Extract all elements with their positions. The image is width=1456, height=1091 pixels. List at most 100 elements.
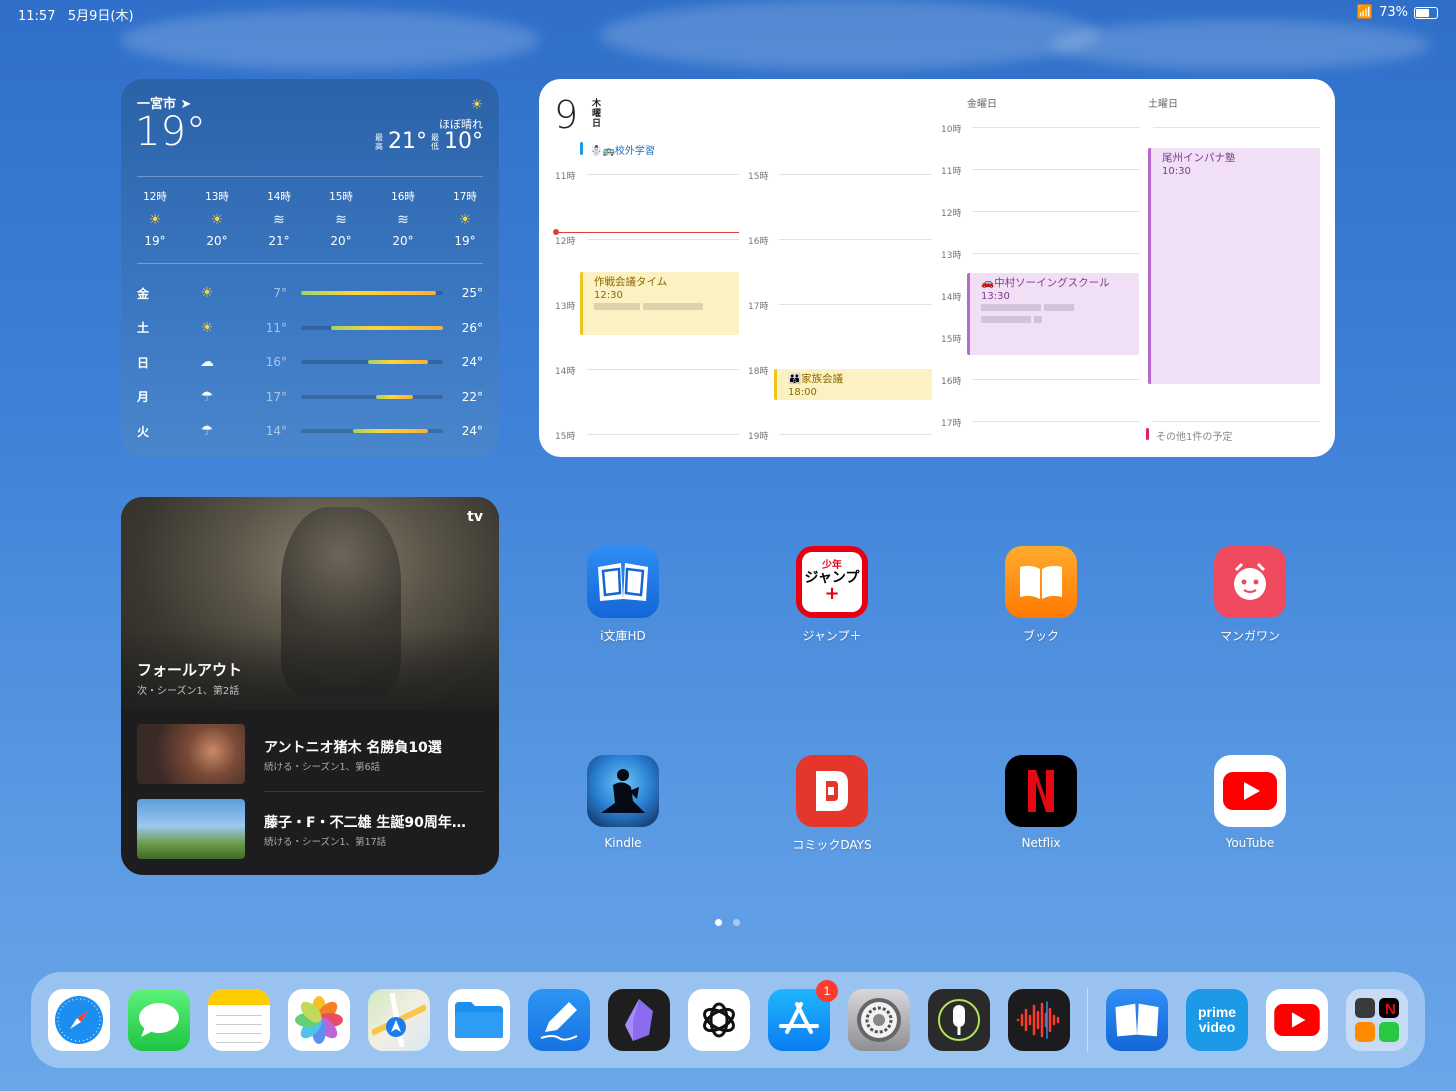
app-youtube[interactable]: YouTube <box>1190 755 1310 850</box>
messages-icon[interactable] <box>128 989 190 1051</box>
podcast-mic-icon[interactable] <box>928 989 990 1051</box>
books-icon <box>1005 546 1077 618</box>
temp-range-fill <box>301 291 436 296</box>
app-jump-plus[interactable]: 少年 ジャンプ + ジャンプ＋ <box>772 546 892 644</box>
more-events[interactable]: その他1件の予定 <box>1146 428 1232 443</box>
hour-label: 12時 <box>941 209 962 219</box>
settings-icon[interactable] <box>848 989 910 1051</box>
wind-icon: ≋ <box>397 212 409 228</box>
day-low: 11° <box>265 320 287 335</box>
hour-label: 10時 <box>941 125 962 135</box>
day-label: 土 <box>137 321 150 336</box>
page-dot[interactable] <box>733 919 740 926</box>
freeform-icon[interactable] <box>528 989 590 1051</box>
tv-list-item[interactable]: アントニオ猪木 名勝負10選 続ける・シーズン1、第6話 <box>137 724 483 784</box>
apple-tv-widget[interactable]: tv フォールアウト 次・シーズン1、第2話 アントニオ猪木 名勝負10選 続け… <box>121 497 499 875</box>
app-library-icon[interactable]: N <box>1346 989 1408 1051</box>
calendar-event[interactable]: 🚗中村ソーイングスクール 13:30 <box>967 273 1139 355</box>
weather-high-low: 最高 21° 最低 10° <box>375 129 483 154</box>
temp-range-bar <box>301 360 443 365</box>
weather-widget[interactable]: 一宮市 ➤ 19° ☀ ほぼ晴れ 最高 21° 最低 10° 12時 ☀ 19° 13… <box>121 79 499 457</box>
calendar-event[interactable]: 👪家族会議 18:00 <box>774 369 932 400</box>
day-high: 24° <box>461 424 483 439</box>
hour-gridline <box>972 127 1140 128</box>
wifi-icon: 📶 <box>1356 5 1374 20</box>
high-temp: 21° <box>388 129 427 154</box>
calendar-event[interactable]: 尾州インパナ塾 10:30 <box>1148 148 1320 384</box>
sun-icon: ☀ <box>458 212 472 228</box>
prime-video-text: prime video <box>1197 1004 1237 1035</box>
hour-label: 18時 <box>748 367 769 377</box>
hour-gridline <box>779 434 932 435</box>
daily-forecast: 金 ☀ 7° 25° 土 ☀ 11° 26° 日 ☁ 16° 24° 月 ☂ 17° … <box>137 276 483 449</box>
app-netflix[interactable]: Netflix <box>981 755 1101 850</box>
tv-item-subtitle: 続ける・シーズン1、第6話 <box>264 762 381 773</box>
hour-temp: 21° <box>268 234 290 248</box>
day-low: 14° <box>265 424 287 439</box>
temp-range-bar <box>301 429 443 434</box>
tv-list-item[interactable]: 藤子・F・不二雄 生誕90周年… 続ける・シーズン1、第17話 <box>137 799 483 859</box>
app-kindle[interactable]: Kindle <box>563 755 683 850</box>
hour-gridline <box>587 174 739 175</box>
hour-gridline <box>587 369 739 370</box>
files-icon[interactable] <box>448 989 510 1051</box>
app-books[interactable]: ブック <box>981 546 1101 644</box>
hour-label: 11時 <box>941 167 962 177</box>
app-comic-days[interactable]: コミックDAYS <box>772 755 892 853</box>
book-reader-icon <box>587 546 659 618</box>
dock: 1 prime video N <box>31 972 1425 1068</box>
hour-gridline <box>779 304 932 305</box>
divider <box>137 176 483 177</box>
page-indicator[interactable] <box>715 919 740 926</box>
photos-icon[interactable] <box>288 989 350 1051</box>
dock-separator <box>1087 988 1088 1052</box>
safari-icon[interactable] <box>48 989 110 1051</box>
hour-label: 15時 <box>748 172 769 182</box>
page-dot-active[interactable] <box>715 919 722 926</box>
calendar-day-number: 9 <box>554 93 579 137</box>
hour-label: 13時 <box>555 302 576 312</box>
youtube-icon[interactable] <box>1266 989 1328 1051</box>
hour-label: 16時 <box>941 377 962 387</box>
prime-video-icon[interactable]: prime video <box>1186 989 1248 1051</box>
book-reader-icon[interactable] <box>1106 989 1168 1051</box>
daily-row: 日 ☁ 16° 24° <box>137 345 483 380</box>
hour-gridline <box>972 421 1140 422</box>
voice-memos-icon[interactable] <box>1008 989 1070 1051</box>
friday-label: 金曜日 <box>967 99 997 110</box>
hour-gridline <box>972 253 1140 254</box>
hourly-item: 14時 ≋ 21° <box>259 189 299 248</box>
day-high: 25° <box>461 286 483 301</box>
notes-icon[interactable] <box>208 989 270 1051</box>
day-label: 火 <box>137 424 150 439</box>
day-low: 16° <box>265 355 287 370</box>
hour-label: 17時 <box>941 419 962 429</box>
netflix-icon <box>1005 755 1077 827</box>
youtube-icon <box>1214 755 1286 827</box>
tv-thumbnail <box>137 799 245 859</box>
tv-item-title: 藤子・F・不二雄 生誕90周年… <box>264 815 466 831</box>
low-label: 最低 <box>431 132 439 151</box>
sky-cloud <box>1050 20 1430 70</box>
app-ibunko-hd[interactable]: i文庫HD <box>563 546 683 644</box>
day-label: 月 <box>137 390 150 405</box>
sun-icon: ☀ <box>148 212 162 228</box>
hour-label: 11時 <box>555 172 576 182</box>
temp-range-fill <box>375 394 414 399</box>
all-day-event[interactable]: ☃️🚌校外学習 <box>580 142 655 157</box>
sun-icon: ☀ <box>210 212 224 228</box>
hour-gridline <box>972 379 1140 380</box>
chatgpt-icon[interactable] <box>688 989 750 1051</box>
maps-icon[interactable] <box>368 989 430 1051</box>
sky-cloud <box>120 10 540 70</box>
jump-plus-icon: 少年 ジャンプ + <box>796 546 868 618</box>
tv-hero-image[interactable]: tv フォールアウト 次・シーズン1、第2話 <box>121 497 499 710</box>
obsidian-icon[interactable] <box>608 989 670 1051</box>
app-manga-one[interactable]: マンガワン <box>1190 546 1310 644</box>
calendar-widget[interactable]: 9 木曜日 ☃️🚌校外学習 金曜日 土曜日 作戦会議タイム 12:30 👪家族会議… <box>539 79 1335 457</box>
calendar-event[interactable]: 作戦会議タイム 12:30 <box>580 272 739 335</box>
low-temp: 10° <box>444 129 483 154</box>
hourly-item: 12時 ☀ 19° <box>135 189 175 248</box>
svg-text:N: N <box>1385 1001 1396 1018</box>
sky-cloud <box>600 0 1100 70</box>
